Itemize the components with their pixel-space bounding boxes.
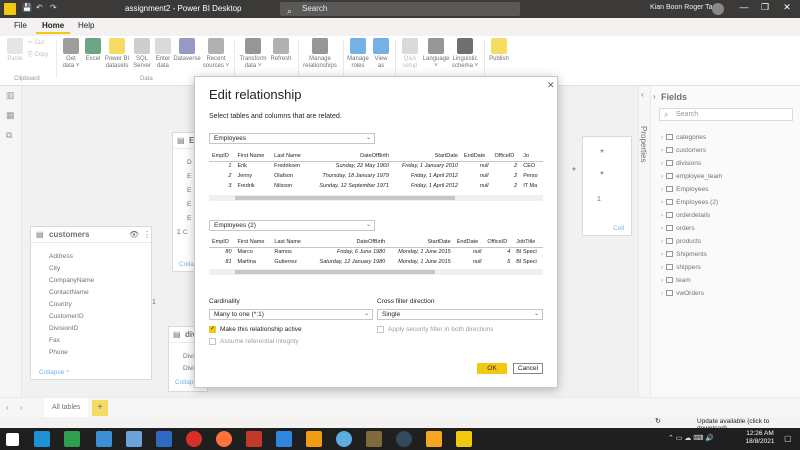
- column-header[interactable]: StartDate: [391, 151, 461, 162]
- app-icon[interactable]: [336, 431, 352, 447]
- column-header[interactable]: EndDate: [460, 151, 492, 162]
- make-active-checkbox[interactable]: [209, 325, 216, 333]
- table1-preview: EmpID First Name Last Name DateOfBirth S…: [209, 151, 543, 191]
- table1-select[interactable]: Employees ⌄: [209, 133, 375, 144]
- chevron-down-icon: ⌄: [533, 311, 539, 317]
- table-row: 80 Marco Ramos Friday, 6 June 1980 Monday, 1…: [225, 249, 537, 256]
- security-filter-label: Apply security filter in both directions: [388, 326, 494, 333]
- power-bi-icon[interactable]: [456, 431, 472, 447]
- app-icon[interactable]: [366, 431, 382, 447]
- column-header[interactable]: Jo: [520, 151, 543, 162]
- word-icon[interactable]: [156, 431, 172, 447]
- sublime-icon[interactable]: [306, 431, 322, 447]
- cross-filter-label: Cross filter direction: [377, 298, 435, 305]
- table-row: 1 Erik Fredriksen Sunday, 22 May 1960 Friday…: [228, 163, 536, 170]
- column-header[interactable]: Last Name: [271, 151, 308, 162]
- column-header[interactable]: JobTitle: [513, 237, 543, 248]
- ok-button[interactable]: OK: [477, 363, 507, 374]
- horizontal-scrollbar[interactable]: [209, 269, 543, 275]
- status-bar: ↻ Update available (click to download): [0, 417, 800, 432]
- cancel-button[interactable]: Cancel: [513, 363, 543, 374]
- table-row: 3 Fredrik Nilsson Sunday, 12 September 1971…: [228, 183, 538, 189]
- tab-home[interactable]: Home: [36, 21, 71, 34]
- column-header[interactable]: EmpID: [209, 151, 235, 162]
- taskbar: ⌃ ▭ ☁ ⌨ 🔊 12:26 AM 18/8/2021 ▢: [0, 428, 800, 450]
- column-header[interactable]: StartDate: [388, 237, 454, 248]
- close-icon[interactable]: ✕: [547, 80, 555, 91]
- avatar[interactable]: [712, 3, 724, 15]
- chevron-down-icon: ⌄: [365, 222, 371, 228]
- tray-icons[interactable]: ⌃ ▭ ☁ ⌨ 🔊: [668, 434, 714, 442]
- user-name[interactable]: Kian Boon Roger Tan: [650, 4, 716, 11]
- column-header[interactable]: EndDate: [453, 237, 485, 248]
- column-header[interactable]: EmpID: [209, 237, 235, 248]
- dialog-subtitle: Select tables and columns that are relat…: [209, 113, 342, 120]
- tab-file[interactable]: File: [8, 21, 33, 30]
- minimize-icon[interactable]: —: [735, 2, 753, 12]
- maximize-icon[interactable]: ❐: [756, 2, 774, 13]
- search-icon: ⌕: [287, 6, 293, 16]
- close-icon[interactable]: ✕: [778, 2, 796, 13]
- chevron-down-icon: ⌄: [365, 135, 371, 141]
- undo-icon[interactable]: ↶: [36, 3, 43, 12]
- column-header[interactable]: First Name: [234, 237, 272, 248]
- column-header[interactable]: OfficeID: [484, 237, 514, 248]
- assume-integrity-label: Assume referential integrity: [220, 338, 299, 345]
- table-row: 2 Jenny Olafson Thursday, 18 January 1979 Fr…: [228, 173, 538, 179]
- title-bar: 💾 ↶ ↷ assignment2 - Power BI Desktop ⌕ S…: [0, 0, 800, 18]
- windows-start-icon[interactable]: [6, 433, 19, 446]
- chevron-down-icon: ⌄: [363, 311, 369, 317]
- dialog-title: Edit relationship: [209, 87, 302, 102]
- app-icon[interactable]: [396, 431, 412, 447]
- edge-icon[interactable]: [34, 431, 50, 447]
- horizontal-scrollbar[interactable]: [209, 195, 543, 201]
- cardinality-select[interactable]: Many to one (*:1) ⌄: [209, 309, 373, 320]
- notifications-icon[interactable]: ▢: [784, 434, 792, 443]
- ribbon-tabs: File Home Help: [0, 18, 800, 36]
- column-header[interactable]: First Name: [234, 151, 272, 162]
- tab-help[interactable]: Help: [72, 21, 100, 30]
- table2-preview: EmpID First Name Last Name DateOfBirth S…: [209, 237, 543, 267]
- column-header[interactable]: OfficeID: [491, 151, 521, 162]
- power-bi-logo-icon: [4, 3, 16, 15]
- column-header[interactable]: Last Name: [271, 237, 308, 248]
- filezilla-icon[interactable]: [246, 431, 262, 447]
- window-title: assignment2 - Power BI Desktop: [125, 4, 242, 13]
- cross-filter-select[interactable]: Single ⌄: [377, 309, 543, 320]
- cardinality-label: Cardinality: [209, 298, 240, 305]
- table2-select[interactable]: Employees (2) ⌄: [209, 220, 375, 231]
- clock[interactable]: 12:26 AM 18/8/2021: [742, 430, 778, 446]
- column-header[interactable]: DateOfBirth: [307, 237, 389, 248]
- refresh-icon[interactable]: ↻: [655, 417, 661, 425]
- search-input[interactable]: ⌕ Search: [280, 2, 520, 16]
- redo-icon[interactable]: ↷: [50, 3, 57, 12]
- firefox-icon[interactable]: [216, 431, 232, 447]
- monitor-icon[interactable]: [126, 431, 142, 447]
- column-header[interactable]: DateOfBirth: [307, 151, 392, 162]
- make-active-label: Make this relationship active: [220, 326, 302, 333]
- store-icon[interactable]: [64, 431, 80, 447]
- table-row: 81 Martina Gutierrez Saturday, 12 January 1…: [225, 259, 537, 265]
- save-icon[interactable]: 💾: [22, 3, 32, 12]
- edit-relationship-dialog: Edit relationship ✕ Select tables and co…: [194, 76, 558, 388]
- security-filter-checkbox[interactable]: [377, 326, 384, 333]
- search-placeholder: Search: [302, 4, 328, 13]
- chrome-icon[interactable]: [186, 431, 202, 447]
- assume-integrity-checkbox[interactable]: [209, 338, 216, 345]
- app-icon[interactable]: [96, 431, 112, 447]
- xampp-icon[interactable]: [426, 431, 442, 447]
- app-icon[interactable]: [276, 431, 292, 447]
